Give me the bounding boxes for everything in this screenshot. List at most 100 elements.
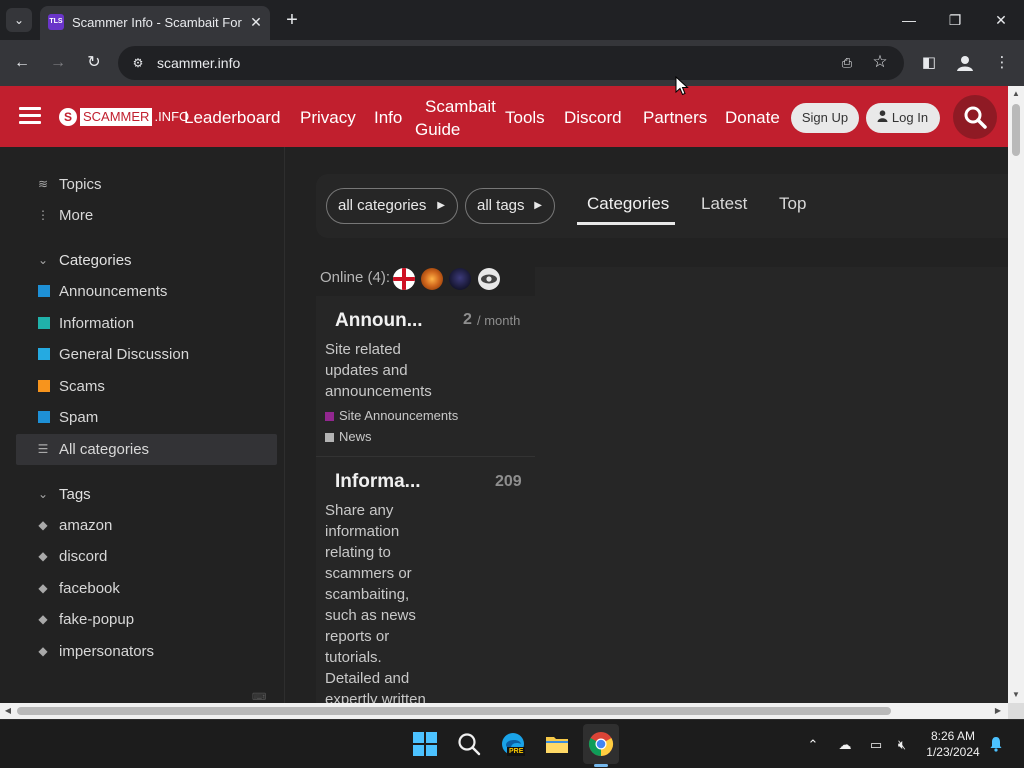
category-description: Site related updates and announcements <box>325 339 435 402</box>
notification-bell-icon[interactable] <box>987 736 1005 754</box>
user-avatar[interactable] <box>478 268 500 290</box>
list-icon: ☰ <box>37 442 49 456</box>
tab-top[interactable]: Top <box>779 194 806 218</box>
category-filter-dropdown[interactable]: all categories ▶ <box>326 188 458 224</box>
browser-tab[interactable]: TLS Scammer Info - Scambait Forum ✕ <box>40 6 270 40</box>
category-color-square <box>38 285 50 297</box>
subcategory-site-announcements[interactable]: Site Announcements <box>325 408 485 424</box>
profile-icon[interactable] <box>954 52 976 74</box>
page-viewport: S SCAMMER .INFO Leaderboard Privacy Info… <box>0 86 1008 703</box>
category-title[interactable]: Informa... <box>335 471 421 493</box>
file-explorer-icon[interactable] <box>544 731 570 757</box>
nav-link-scambait-guide-line1[interactable]: Scambait <box>425 96 496 117</box>
chevron-up-icon[interactable]: ⌃ <box>804 736 822 754</box>
kebab-menu-icon[interactable]: ⋮ <box>991 52 1013 74</box>
sidebar-tag-fake-popup[interactable]: ◆ fake-popup <box>16 604 277 635</box>
horizontal-scrollbar[interactable]: ◀ ▶ <box>0 703 1008 719</box>
onedrive-cloud-icon[interactable]: ☁ <box>836 736 854 754</box>
description-line: scammers or <box>325 565 412 582</box>
horizontal-scroll-thumb[interactable] <box>17 707 891 715</box>
edge-preview-icon[interactable]: PRE <box>500 731 526 757</box>
nav-link-partners[interactable]: Partners <box>643 107 707 128</box>
back-button[interactable]: ← <box>10 51 34 75</box>
volume-muted-icon[interactable]: 🔇︎ <box>893 736 911 754</box>
reload-button[interactable]: ↻ <box>82 51 106 75</box>
active-tab-indicator <box>577 222 675 225</box>
description-line: expertly written <box>325 691 426 703</box>
search-icon[interactable] <box>456 731 482 757</box>
description-line: Site related <box>325 341 401 358</box>
sidebar-item-label: Information <box>59 315 135 332</box>
tab-latest[interactable]: Latest <box>701 194 747 218</box>
site-search-button[interactable] <box>953 95 997 139</box>
hamburger-menu-icon[interactable] <box>19 107 41 125</box>
address-bar[interactable]: ⚙ scammer.info ⎙ ☆ <box>118 46 904 80</box>
category-card-information[interactable]: Informa... 209 Share any information rel… <box>316 457 535 703</box>
url-text[interactable]: scammer.info <box>157 54 240 72</box>
minimize-button[interactable]: — <box>889 6 929 34</box>
sidebar-item-label: fake-popup <box>59 611 135 628</box>
install-app-icon[interactable]: ⎙ <box>838 54 856 72</box>
sidebar-section-tags[interactable]: ⌄ Tags <box>16 479 277 510</box>
sidebar-item-label: Announcements <box>59 283 168 300</box>
nav-link-donate[interactable]: Donate <box>725 107 780 128</box>
sign-up-button[interactable]: Sign Up <box>791 103 859 133</box>
sidebar-item-more[interactable]: ⋮ More <box>16 200 277 231</box>
star-icon[interactable]: ☆ <box>870 52 890 72</box>
network-icon[interactable]: ▭ <box>867 736 885 754</box>
description-line: Detailed and <box>325 670 410 687</box>
clock-date[interactable]: 1/23/2024 <box>918 745 988 760</box>
nav-link-discord[interactable]: Discord <box>564 107 622 128</box>
sidebar-item-general-discussion[interactable]: General Discussion <box>16 339 277 370</box>
scroll-up-arrow-icon[interactable]: ▲ <box>1008 86 1024 102</box>
user-avatar[interactable] <box>421 268 443 290</box>
clock-time[interactable]: 8:26 AM <box>918 729 988 744</box>
tab-search-button[interactable]: ⌄ <box>6 8 32 32</box>
keyboard-shortcuts-icon[interactable]: ⌨ <box>252 693 266 703</box>
close-tab-button[interactable]: ✕ <box>246 12 266 32</box>
category-title[interactable]: Announ... <box>335 310 423 332</box>
windows-start-icon[interactable] <box>412 731 438 757</box>
vertical-scroll-thumb[interactable] <box>1012 104 1020 156</box>
chrome-icon[interactable] <box>588 731 614 757</box>
sidebar-tag-amazon[interactable]: ◆ amazon <box>16 510 277 541</box>
sidebar-item-label: Spam <box>59 409 99 426</box>
sidebar-item-all-categories[interactable]: ☰ All categories <box>16 434 277 465</box>
sidebar-item-scams[interactable]: Scams <box>16 371 277 402</box>
sidebar-tag-discord[interactable]: ◆ discord <box>16 541 277 572</box>
person-icon <box>957 56 973 71</box>
sidebar-tag-facebook[interactable]: ◆ facebook <box>16 573 277 604</box>
user-avatar[interactable] <box>393 268 415 290</box>
log-in-button[interactable]: Log In <box>866 103 940 133</box>
sidebar-item-spam[interactable]: Spam <box>16 402 277 433</box>
description-line: tutorials. <box>325 649 382 666</box>
site-logo[interactable]: S SCAMMER .INFO <box>59 106 189 128</box>
vertical-scrollbar[interactable]: ▲ ▼ <box>1008 86 1024 703</box>
restore-button[interactable]: ❐ <box>935 6 975 34</box>
scroll-down-arrow-icon[interactable]: ▼ <box>1008 687 1024 703</box>
category-card-announcements[interactable]: Announ... 2 / month Site related updates… <box>316 296 535 456</box>
scroll-left-arrow-icon[interactable]: ◀ <box>0 703 16 719</box>
sidebar-item-announcements[interactable]: Announcements <box>16 276 277 307</box>
scroll-right-arrow-icon[interactable]: ▶ <box>990 703 1006 719</box>
close-window-button[interactable]: ✕ <box>981 6 1021 34</box>
side-panel-icon[interactable]: ◧ <box>918 52 940 74</box>
tag-filter-dropdown[interactable]: all tags ▶ <box>465 188 555 224</box>
subcategory-news[interactable]: News <box>325 429 385 445</box>
category-description: Share any information relating to scamme… <box>325 500 435 703</box>
tag-icon: ◆ <box>38 518 48 532</box>
user-avatar[interactable] <box>449 268 471 290</box>
nav-link-privacy[interactable]: Privacy <box>300 107 356 128</box>
new-tab-button[interactable]: + <box>280 8 304 32</box>
forward-button[interactable]: → <box>46 51 70 75</box>
tab-categories[interactable]: Categories <box>587 194 669 218</box>
sidebar-item-information[interactable]: Information <box>16 308 277 339</box>
nav-link-tools[interactable]: Tools <box>505 107 545 128</box>
nav-link-leaderboard[interactable]: Leaderboard <box>184 107 280 128</box>
nav-link-info[interactable]: Info <box>374 107 402 128</box>
sidebar-tag-impersonators[interactable]: ◆ impersonators <box>16 636 277 667</box>
nav-link-scambait-guide-line2[interactable]: Guide <box>415 119 460 140</box>
sidebar-item-topics[interactable]: ≋ Topics <box>16 169 277 200</box>
site-info-icon[interactable]: ⚙ <box>130 55 146 71</box>
sidebar-section-categories[interactable]: ⌄ Categories <box>16 245 277 276</box>
